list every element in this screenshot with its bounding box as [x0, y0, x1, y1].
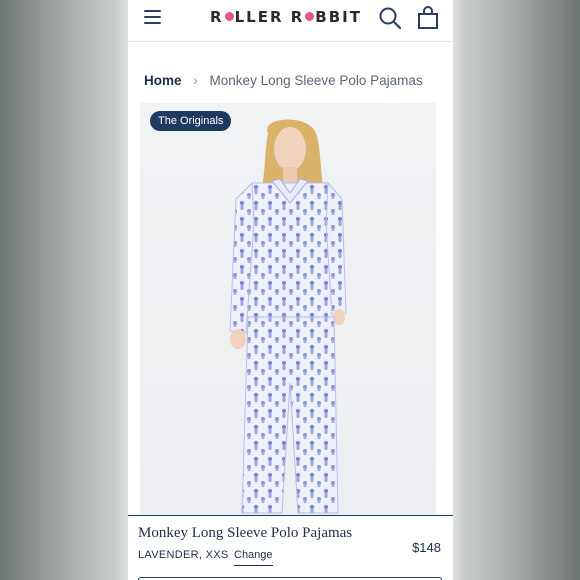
product-variant: LAVENDER, XXS — [138, 549, 229, 561]
product-image[interactable]: The Originals — [140, 103, 436, 515]
logo-text-part: LLER R — [234, 8, 305, 26]
sticky-product-summary: Monkey Long Sleeve Polo Pajamas LAVENDER… — [128, 515, 453, 580]
shopping-bag-icon[interactable] — [416, 6, 440, 30]
logo-text-part: R — [210, 8, 224, 26]
top-nav-bar: R LLER R BBIT — [128, 0, 453, 42]
brand-logo[interactable]: R LLER R BBIT — [206, 8, 366, 30]
breadcrumb: Home › Monkey Long Sleeve Polo Pajamas — [144, 73, 423, 91]
mobile-page: R LLER R BBIT Home › Monkey Long Sleeve Po… — [128, 0, 453, 580]
collection-badge: The Originals — [150, 111, 232, 131]
product-name: Monkey Long Sleeve Polo Pajamas — [138, 525, 353, 541]
chevron-right-icon: › — [193, 73, 198, 88]
logo-pink-dot — [224, 12, 234, 21]
model-in-pajamas-illustration — [229, 119, 347, 514]
change-variant-link[interactable]: Change — [234, 549, 273, 566]
breadcrumb-home-link[interactable]: Home — [144, 73, 182, 88]
logo-pink-dot — [305, 12, 315, 21]
product-price: $148 — [412, 540, 441, 555]
breadcrumb-current: Monkey Long Sleeve Polo Pajamas — [209, 73, 423, 88]
logo-text-part: BBIT — [315, 8, 362, 26]
menu-icon[interactable] — [144, 10, 161, 24]
search-icon[interactable] — [378, 6, 402, 30]
